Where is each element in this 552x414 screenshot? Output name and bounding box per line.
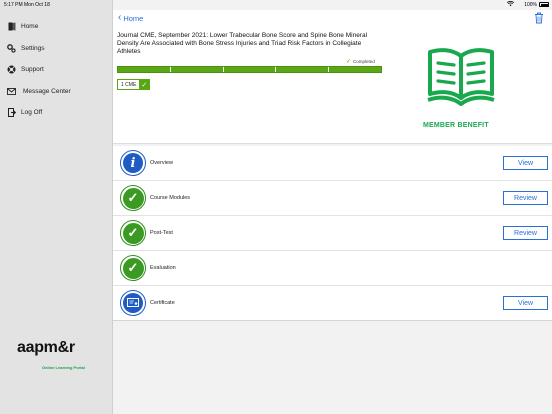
sidebar-item-label: Support (21, 66, 44, 74)
list-item-overview: i Overview View (113, 146, 552, 181)
logo-subtitle: Online Learning Portal (42, 365, 85, 370)
open-book-icon (427, 48, 495, 106)
course-card: Journal CME, September 2021: Lower Trabe… (113, 28, 552, 144)
review-post-test-button[interactable]: Review (503, 226, 548, 240)
sidebar: Home Settings Support Message Center Log… (0, 0, 113, 414)
module-label: Post-Test (150, 230, 173, 236)
list-item-post-test: ✓ Post-Test Review (113, 216, 552, 251)
battery-percent: 100% (524, 2, 537, 8)
sidebar-item-label: Home (21, 23, 39, 31)
sidebar-item-message-center[interactable]: Message Center (0, 81, 112, 103)
list-item-course-modules: ✓ Course Modules Review (113, 181, 552, 216)
gear-icon (7, 43, 16, 53)
review-course-modules-button[interactable]: Review (503, 191, 548, 205)
chevron-left-icon: ‹ (118, 12, 122, 23)
status-bar: 5:17 PM Mon Oct 18 100% (0, 0, 552, 10)
sidebar-item-label: Log Off (21, 109, 43, 117)
cme-badge: 1 CME ✓ (117, 79, 151, 90)
battery-icon (539, 2, 549, 7)
info-icon: i (120, 150, 146, 176)
cme-label: 1 CME (121, 81, 137, 88)
view-overview-button[interactable]: View (503, 156, 548, 170)
home-icon (7, 22, 16, 31)
support-icon (7, 65, 16, 74)
sidebar-item-label: Message Center (23, 87, 71, 95)
check-icon: ✓ (120, 255, 146, 281)
logout-icon (7, 108, 16, 118)
status-text: Completed (353, 59, 375, 64)
module-label: Overview (150, 160, 173, 166)
module-label: Course Modules (150, 195, 191, 201)
aapmr-logo: aapm&r (17, 339, 75, 356)
top-nav-bar: ‹ Home (113, 10, 552, 28)
checkmark-icon: ✓ (346, 59, 352, 65)
back-label: Home (123, 13, 144, 23)
course-title: Journal CME, September 2021: Lower Trabe… (117, 32, 368, 55)
sidebar-item-settings[interactable]: Settings (0, 38, 112, 60)
status-date: Mon Oct 18 (24, 2, 50, 8)
sidebar-item-log-off[interactable]: Log Off (0, 102, 112, 124)
wifi-icon (506, 0, 515, 9)
member-benefit-label: MEMBER BENEFIT (423, 122, 489, 129)
view-certificate-button[interactable]: View (503, 296, 548, 310)
main-content: ‹ Home Journal CME, September 2021: Lowe… (113, 0, 552, 414)
status-time: 5:17 PM (4, 2, 23, 8)
module-list: i Overview View ✓ Course Modules Review … (113, 146, 552, 321)
sidebar-nav: Home Settings Support Message Center Log… (0, 16, 112, 124)
check-icon: ✓ (120, 220, 146, 246)
trash-icon[interactable] (534, 12, 544, 24)
sidebar-item-support[interactable]: Support (0, 59, 112, 81)
list-item-certificate: Certificate View (113, 286, 552, 321)
module-label: Certificate (150, 300, 175, 306)
progress-bar (117, 66, 382, 73)
module-label: Evaluation (150, 265, 176, 271)
check-icon: ✓ (139, 79, 150, 90)
sidebar-item-label: Settings (21, 44, 45, 52)
sidebar-item-home[interactable]: Home (0, 16, 112, 38)
certificate-icon (120, 290, 146, 316)
back-button[interactable]: ‹ Home (118, 13, 143, 23)
check-icon: ✓ (120, 185, 146, 211)
envelope-icon (7, 87, 16, 96)
completion-status: ✓ Completed (346, 58, 375, 65)
list-item-evaluation: ✓ Evaluation (113, 251, 552, 286)
